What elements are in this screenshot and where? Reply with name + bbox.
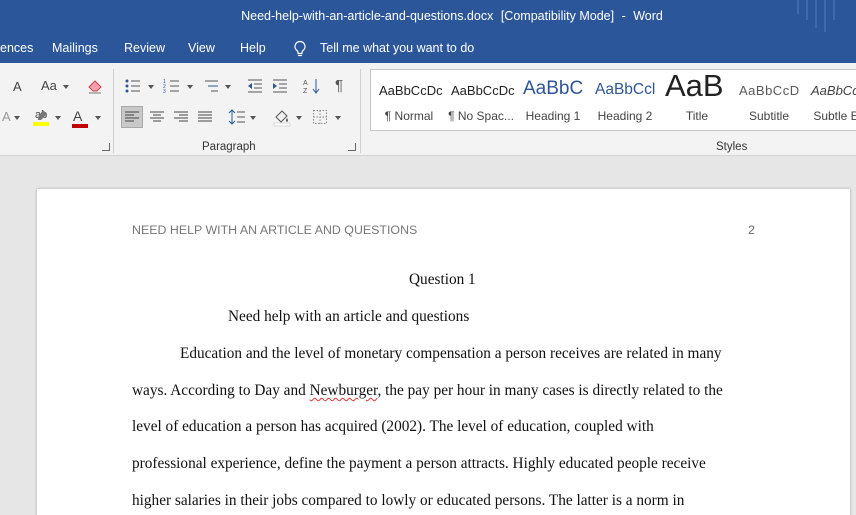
style-heading-1[interactable]: AaBbC Heading 1 — [517, 70, 589, 130]
chevron-down-icon[interactable] — [335, 116, 341, 120]
group-divider — [360, 69, 361, 153]
justify-icon[interactable] — [197, 109, 213, 125]
chevron-down-icon[interactable] — [63, 85, 69, 89]
style-no-spacing[interactable]: AaBbCcDc ¶ No Spac... — [445, 70, 517, 130]
tab-view[interactable]: View — [188, 34, 215, 62]
style-sample: AaBbCcD — [739, 83, 800, 98]
paragraph-dialog-launcher-icon[interactable] — [348, 143, 356, 151]
title-bar: Need-help-with-an-article-and-questions.… — [0, 0, 856, 34]
font-dialog-launcher-icon[interactable] — [102, 143, 110, 151]
grow-font-button[interactable]: A — [13, 78, 22, 96]
style-sample: AaB — [665, 70, 724, 103]
paragraph-line[interactable]: Education and the level of monetary comp… — [180, 345, 722, 363]
page-header[interactable]: NEED HELP WITH AN ARTICLE AND QUESTIONS — [132, 223, 417, 237]
style-sample: AaBbCcDc — [451, 83, 515, 98]
align-left-button[interactable] — [121, 106, 143, 128]
style-name: Subtle Em — [813, 109, 856, 123]
chevron-down-icon[interactable] — [296, 116, 302, 120]
paragraph-line[interactable]: higher salaries in their jobs compared t… — [132, 492, 684, 510]
style-heading-2[interactable]: AaBbCcl Heading 2 — [589, 70, 661, 130]
ribbon-tabs: ences Mailings Review View Help Tell me … — [0, 34, 856, 63]
tab-review[interactable]: Review — [124, 34, 165, 62]
multilevel-list-icon[interactable] — [202, 77, 220, 95]
decrease-indent-icon[interactable] — [246, 77, 264, 95]
highlighter-icon[interactable]: ab — [32, 107, 50, 127]
style-sample: AaBbCcl — [595, 81, 656, 98]
text-run: , the pay per hour in many cases is dire… — [377, 382, 723, 399]
text-effects-button[interactable]: A — [2, 108, 11, 126]
line-spacing-icon[interactable] — [228, 108, 246, 126]
ribbon: A Aa A ab A 123 — [0, 63, 856, 156]
group-divider — [113, 69, 114, 153]
style-name: Heading 2 — [597, 109, 653, 123]
align-center-icon[interactable] — [149, 109, 165, 125]
question-heading[interactable]: Question 1 — [409, 271, 476, 289]
paragraph-line[interactable]: ways. According to Day and Newburger, th… — [132, 382, 723, 400]
sort-icon[interactable]: AZ — [303, 77, 321, 95]
style-sample: AaBbC — [523, 78, 584, 99]
align-right-icon[interactable] — [173, 109, 189, 125]
increase-indent-icon[interactable] — [271, 77, 289, 95]
page-number[interactable]: 2 — [748, 223, 755, 237]
svg-text:A: A — [303, 80, 308, 87]
font-color-button[interactable]: A — [73, 107, 82, 125]
document-subheading[interactable]: Need help with an article and questions — [228, 308, 469, 326]
chevron-down-icon[interactable] — [250, 116, 256, 120]
paragraph-line[interactable]: professional experience, define the paym… — [132, 455, 706, 473]
compatibility-mode: [Compatibility Mode] — [500, 9, 615, 23]
chevron-down-icon[interactable] — [148, 85, 154, 89]
chevron-down-icon[interactable] — [187, 85, 193, 89]
style-subtitle[interactable]: AaBbCcD Subtitle — [733, 70, 805, 130]
styles-group-label: Styles — [716, 141, 748, 153]
chevron-down-icon[interactable] — [14, 116, 20, 120]
chevron-down-icon[interactable] — [225, 85, 231, 89]
window-title: Need-help-with-an-article-and-questions.… — [0, 0, 856, 32]
style-sample: AaBbCcl — [811, 83, 856, 98]
document-area[interactable]: NEED HELP WITH AN ARTICLE AND QUESTIONS … — [0, 157, 856, 515]
app-name: Word — [633, 9, 663, 23]
styles-gallery: AaBbCcDc ¶ Normal AaBbCcDc ¶ No Spac... … — [370, 69, 856, 131]
style-normal[interactable]: AaBbCcDc ¶ Normal — [373, 70, 445, 130]
svg-text:Z: Z — [303, 88, 308, 95]
style-name: Title — [685, 109, 709, 123]
text-run: ways. According to Day and — [132, 382, 310, 399]
tab-help[interactable]: Help — [240, 34, 266, 62]
document-page[interactable]: NEED HELP WITH AN ARTICLE AND QUESTIONS … — [37, 189, 850, 515]
tab-references[interactable]: ences — [0, 34, 33, 62]
paragraph-line[interactable]: level of education a person has acquired… — [132, 418, 654, 436]
paragraph-group-label: Paragraph — [202, 141, 256, 153]
style-subtle-emphasis[interactable]: AaBbCcl Subtle Em — [805, 70, 856, 130]
style-sample: AaBbCcDc — [379, 83, 443, 98]
borders-icon[interactable] — [312, 109, 328, 125]
numbering-icon[interactable]: 123 — [163, 77, 181, 95]
change-case-button[interactable]: Aa — [41, 77, 57, 95]
bullets-icon[interactable] — [124, 77, 142, 95]
style-name: Heading 1 — [525, 109, 581, 123]
chevron-down-icon[interactable] — [95, 116, 101, 120]
document-filename: Need-help-with-an-article-and-questions.… — [241, 9, 494, 23]
spelling-error[interactable]: Newburger — [310, 382, 378, 399]
style-title[interactable]: AaB Title — [661, 70, 733, 130]
lightbulb-icon[interactable] — [292, 40, 308, 58]
tab-mailings[interactable]: Mailings — [52, 34, 98, 62]
style-name: Subtitle — [748, 109, 790, 123]
title-separator: - — [621, 9, 626, 23]
style-name: ¶ No Spac... — [448, 109, 514, 123]
align-left-icon — [125, 111, 139, 122]
shading-icon[interactable] — [272, 107, 292, 127]
tell-me-search[interactable]: Tell me what you want to do — [320, 34, 474, 62]
font-color-swatch — [72, 124, 88, 128]
show-formatting-button[interactable]: ¶ — [335, 77, 343, 95]
svg-text:3: 3 — [163, 89, 166, 95]
eraser-icon[interactable] — [86, 77, 104, 95]
chevron-down-icon[interactable] — [55, 116, 61, 120]
style-name: ¶ Normal — [384, 109, 434, 123]
